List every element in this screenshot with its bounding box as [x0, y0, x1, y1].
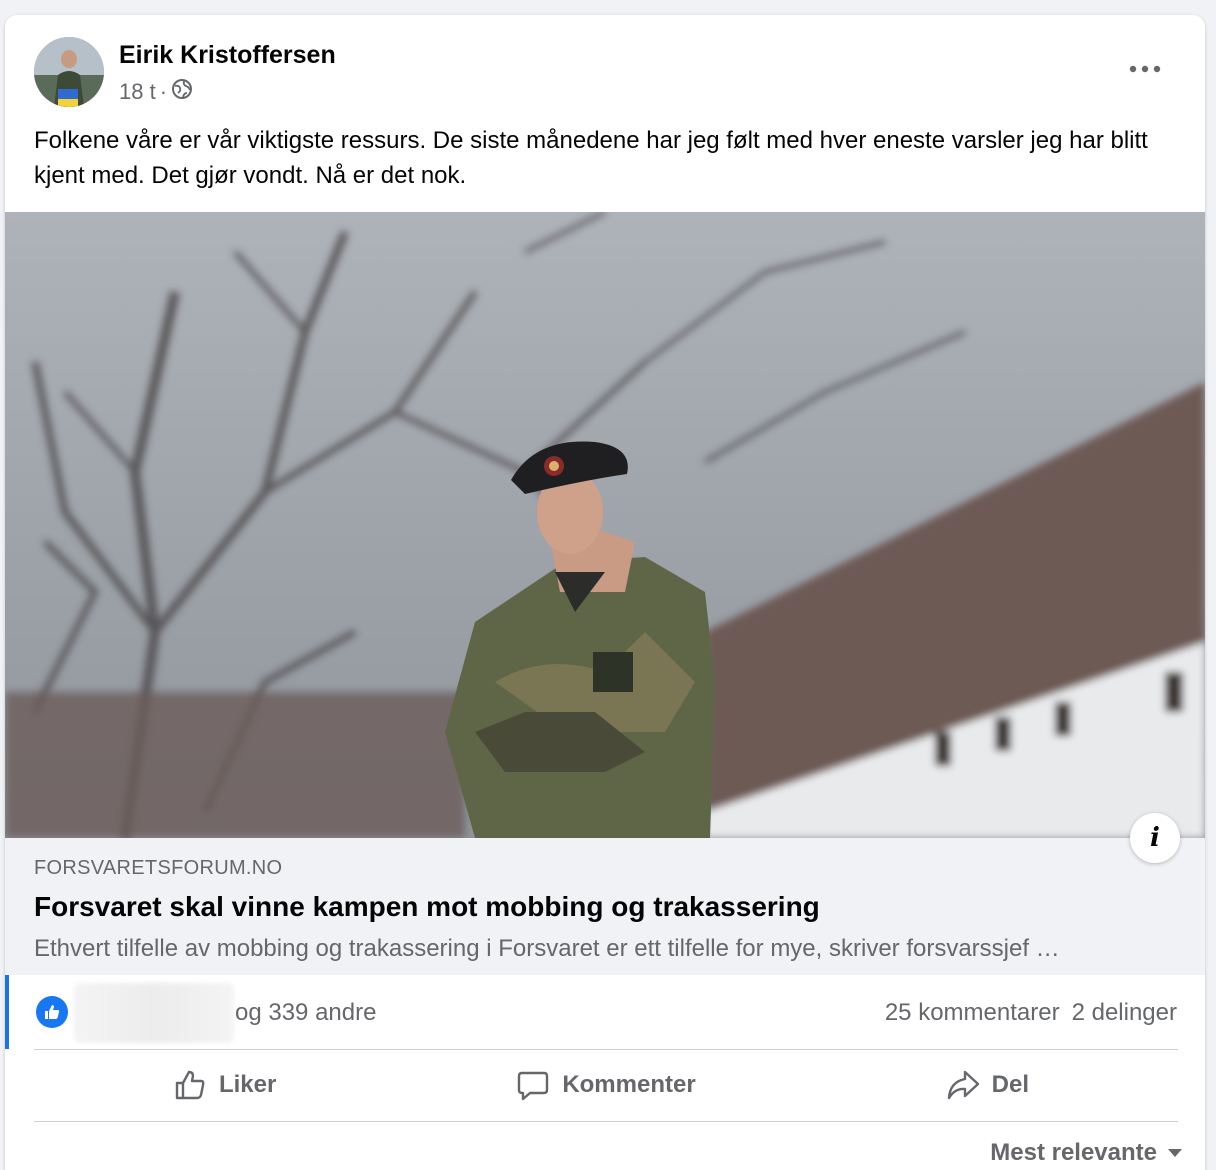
author-name[interactable]: Eirik Kristoffersen — [119, 41, 336, 70]
redacted-name — [74, 983, 234, 1043]
share-label: Del — [991, 1071, 1029, 1098]
shares-count[interactable]: 2 delinger — [1072, 999, 1177, 1027]
link-title[interactable]: Forsvaret skal vinne kampen mot mobbing … — [34, 891, 820, 923]
reactions-bar: og 339 andre 25 kommentarer 2 delinger — [5, 975, 1205, 1049]
engagement-counts: 25 kommentarer 2 delinger — [885, 999, 1177, 1027]
post-meta: 18 t · — [119, 78, 193, 106]
thumbs-up-icon — [175, 1070, 205, 1100]
comment-label: Kommenter — [562, 1071, 696, 1098]
info-icon[interactable]: i — [1130, 813, 1180, 863]
post-text: Folkene våre er vår viktigste ressurs. D… — [34, 127, 1148, 189]
link-preview-image[interactable] — [5, 212, 1205, 838]
focus-indicator — [5, 975, 9, 1049]
like-reaction-icon[interactable] — [36, 996, 68, 1028]
like-button[interactable]: Liker — [34, 1050, 415, 1120]
comment-icon — [518, 1071, 549, 1101]
comment-button[interactable]: Kommenter — [415, 1050, 796, 1120]
more-icon — [1129, 65, 1161, 73]
divider — [34, 1121, 1178, 1122]
more-options-button[interactable] — [1125, 51, 1165, 87]
link-description: Ethvert tilfelle av mobbing og trakasser… — [34, 935, 1060, 962]
globe-icon[interactable] — [171, 78, 193, 106]
comments-count[interactable]: 25 kommentarer — [885, 999, 1060, 1027]
comment-sort-dropdown[interactable]: Mest relevante — [990, 1139, 1183, 1167]
post-time[interactable]: 18 t — [119, 79, 156, 105]
meta-separator: · — [159, 79, 168, 104]
sort-label: Mest relevante — [990, 1139, 1157, 1166]
caret-down-icon — [1168, 1149, 1182, 1157]
post-card: Eirik Kristoffersen 18 t · Folkene våre … — [5, 15, 1205, 1170]
author-avatar[interactable] — [34, 37, 104, 107]
likes-count[interactable]: og 339 andre — [235, 999, 376, 1027]
like-label: Liker — [218, 1071, 277, 1098]
post-header: Eirik Kristoffersen 18 t · — [5, 15, 1205, 115]
share-button[interactable]: Del — [797, 1050, 1178, 1120]
link-preview[interactable]: FORSVARETSFORUM.NO Forsvaret skal vinne … — [5, 813, 1205, 975]
post-actions: Liker Kommenter Del — [34, 1050, 1178, 1120]
share-icon — [947, 1070, 979, 1100]
link-domain: FORSVARETSFORUM.NO — [34, 857, 283, 879]
